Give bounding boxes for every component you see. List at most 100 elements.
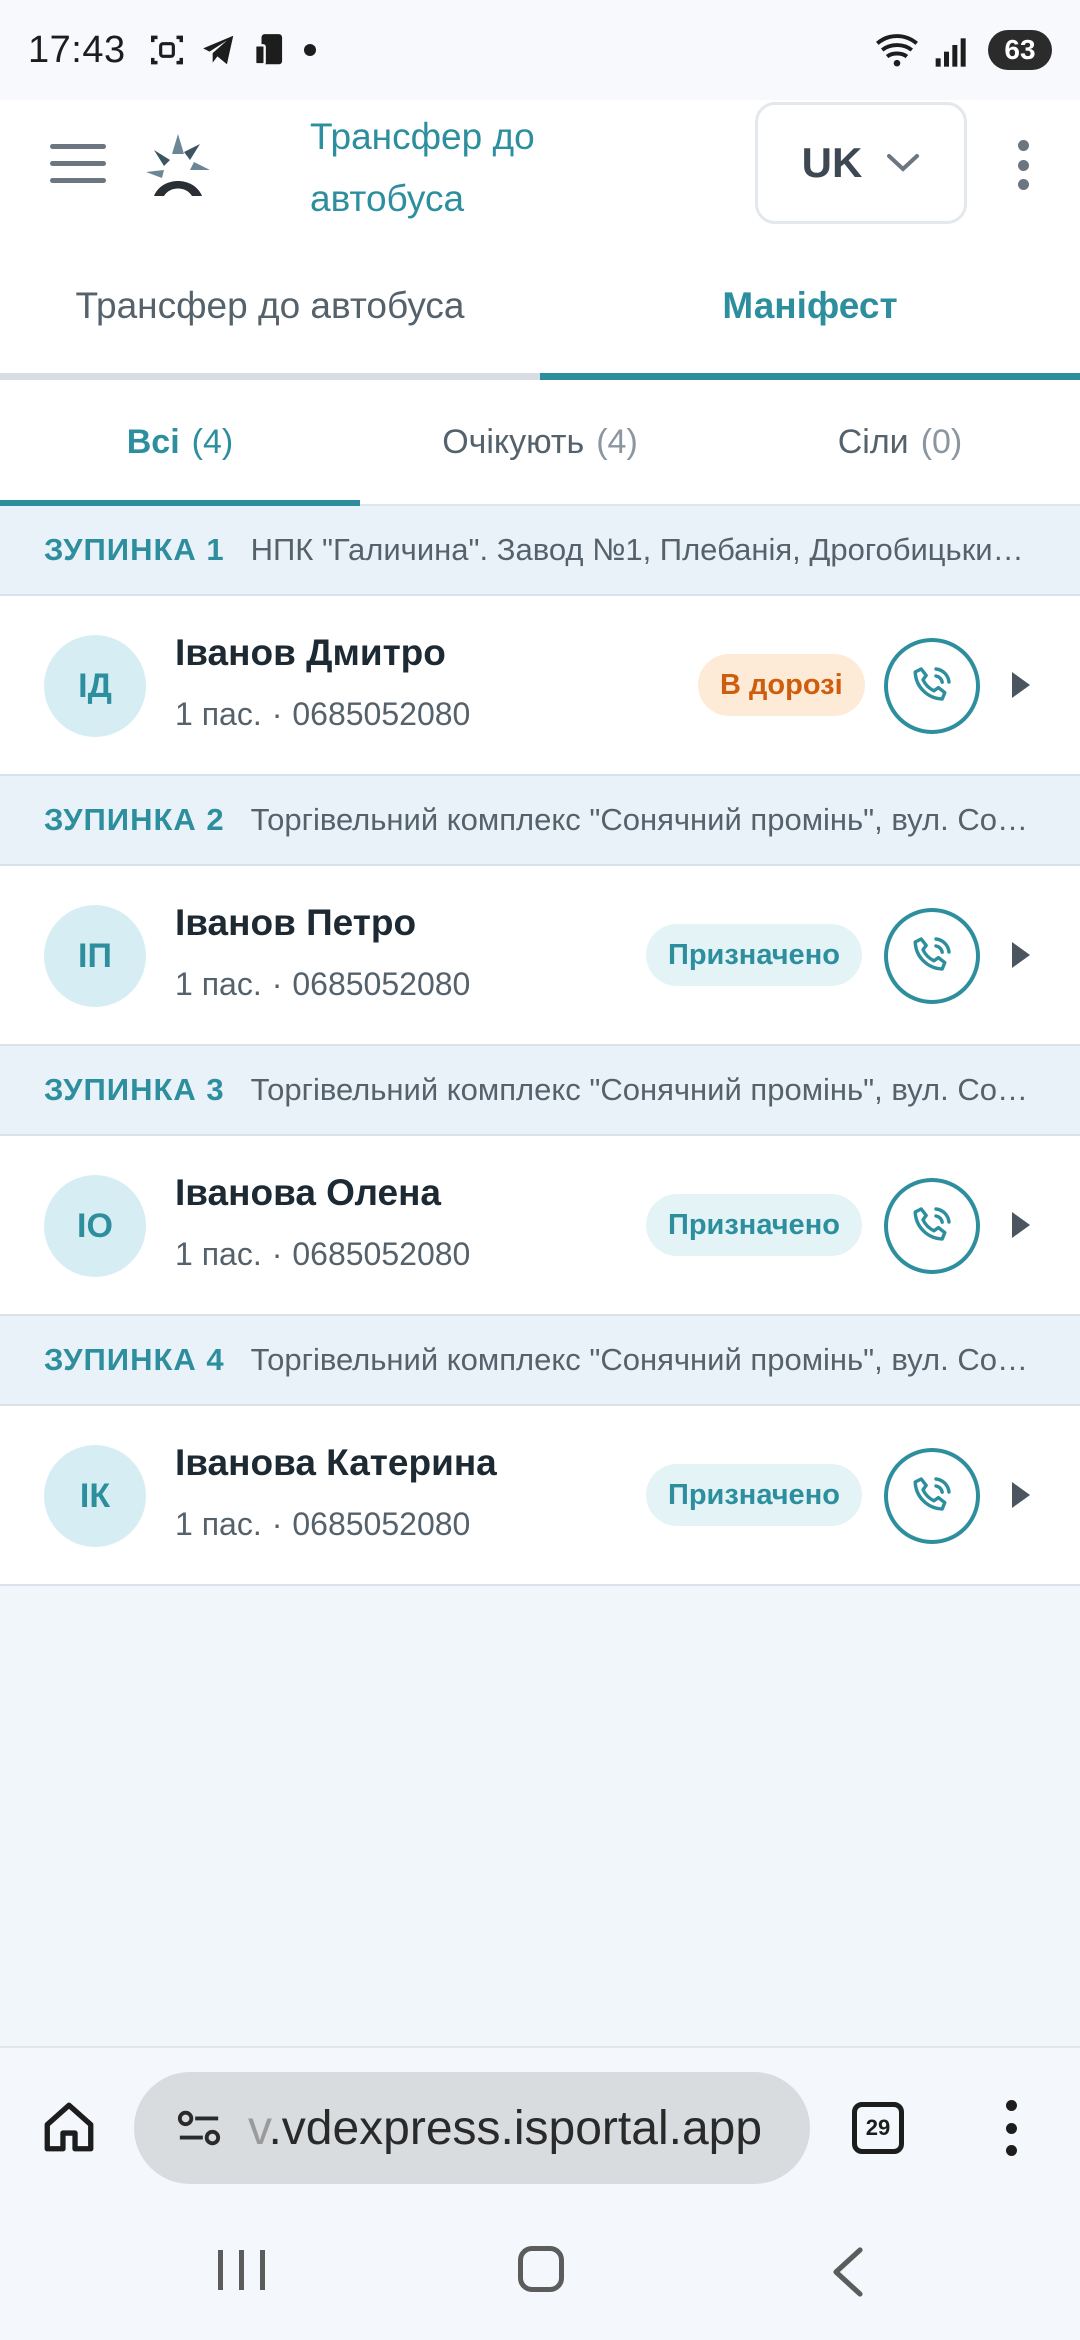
home-icon[interactable] [40, 2098, 98, 2156]
expand-arrow-icon[interactable] [1012, 942, 1030, 968]
stop-address: Торгівельний комплекс "Сонячний промінь"… [250, 1342, 1036, 1377]
phone-call-icon [913, 937, 951, 971]
browser-toolbar: v.vdexpress.isportal.app 29 [0, 2046, 1080, 2206]
filter-tab-waiting[interactable]: Очікують (4) [360, 380, 720, 504]
avatar: ІО [44, 1175, 146, 1277]
filter-tab-all-label: Всі [126, 422, 180, 461]
browser-menu-icon[interactable] [1004, 2100, 1018, 2156]
stop-address: Торгівельний комплекс "Сонячний промінь"… [250, 1072, 1036, 1107]
filter-tab-boarded[interactable]: Сіли (0) [720, 380, 1080, 504]
dot-icon [303, 44, 316, 56]
call-button[interactable] [884, 1448, 980, 1544]
passenger-phone: 0685052080 [292, 1236, 471, 1272]
passenger-count: 1 пас. [175, 966, 262, 1002]
filter-tabs: Всі (4) Очікують (4) Сіли (0) [0, 380, 1080, 506]
phone-call-icon [913, 1207, 951, 1241]
filter-tab-boarded-label: Сіли [837, 422, 909, 461]
separator: · [271, 1236, 283, 1272]
stop-label: ЗУПИНКА 3 [44, 1072, 225, 1107]
passenger-row[interactable]: ІД Іванов Дмитро 1 пас. · 0685052080 В дор… [0, 596, 1080, 776]
tab-count: 29 [865, 2115, 891, 2140]
passenger-row[interactable]: ІК Іванова Катерина 1 пас. · 0685052080 Пр… [0, 1406, 1080, 1586]
passenger-details: 1 пас. · 0685052080 [175, 966, 470, 1003]
passenger-details: 1 пас. · 0685052080 [175, 1506, 470, 1543]
app-logo [146, 134, 210, 196]
expand-arrow-icon[interactable] [1012, 1482, 1030, 1508]
app-header: Трансфер до автобуса UK [0, 100, 1080, 232]
call-button[interactable] [884, 1178, 980, 1274]
passenger-name: Іванов Петро [175, 902, 417, 943]
more-options-icon[interactable] [1016, 140, 1030, 190]
passenger-count: 1 пас. [175, 1506, 262, 1542]
call-button[interactable] [884, 638, 980, 734]
status-badge: Призначено [646, 1194, 862, 1256]
status-time: 17:43 [28, 28, 126, 71]
main-tabs: Трансфер до автобуса Маніфест [0, 232, 1080, 380]
separator: · [271, 1506, 283, 1542]
signal-icon [935, 38, 966, 67]
stop-address: НПК "Галичина". Завод №1, Плебанія, Дрог… [250, 532, 1036, 567]
phone-call-icon [913, 667, 951, 701]
cast-icon [253, 34, 282, 66]
stop-header: ЗУПИНКА 3 Торгівельний комплекс "Сонячни… [0, 1046, 1080, 1136]
menu-icon[interactable] [50, 144, 106, 184]
filter-tab-waiting-label: Очікують [442, 422, 585, 461]
tab-switcher-button[interactable]: 29 [852, 2102, 904, 2154]
home-nav-icon[interactable] [518, 2246, 564, 2292]
back-icon[interactable] [830, 2246, 866, 2298]
passenger-count: 1 пас. [175, 1236, 262, 1272]
tab-transfer[interactable]: Трансфер до автобуса [0, 232, 540, 380]
passenger-name: Іванова Олена [175, 1172, 441, 1213]
tab-transfer-label: Трансфер до автобуса [75, 285, 465, 326]
telegram-icon [202, 35, 233, 65]
passenger-name: Іванов Дмитро [175, 632, 446, 673]
chevron-down-icon [887, 154, 920, 172]
phone-call-icon [913, 1477, 951, 1511]
filter-tab-boarded-count: (0) [920, 422, 963, 461]
avatar: ІД [44, 635, 146, 737]
tab-manifest[interactable]: Маніфест [540, 232, 1080, 380]
separator: · [271, 696, 283, 732]
expand-arrow-icon[interactable] [1012, 672, 1030, 698]
filter-tab-all[interactable]: Всі (4) [0, 380, 360, 506]
language-value: UK [801, 139, 863, 186]
avatar: ІП [44, 905, 146, 1007]
stop-header: ЗУПИНКА 1 НПК "Галичина". Завод №1, Плеб… [0, 506, 1080, 596]
filter-tab-waiting-count: (4) [596, 422, 638, 461]
passenger-phone: 0685052080 [292, 696, 471, 732]
site-settings-icon[interactable] [176, 2108, 222, 2148]
passenger-row[interactable]: ІП Іванов Петро 1 пас. · 0685052080 Призна… [0, 866, 1080, 1046]
stop-label: ЗУПИНКА 4 [44, 1342, 225, 1377]
status-bar: 17:43 63 [0, 0, 1080, 100]
manifest-list: ЗУПИНКА 1 НПК "Галичина". Завод №1, Плеб… [0, 506, 1080, 1586]
status-badge: Призначено [646, 924, 862, 986]
stop-header: ЗУПИНКА 4 Торгівельний комплекс "Сонячни… [0, 1316, 1080, 1406]
stop-label: ЗУПИНКА 2 [44, 802, 225, 837]
page-title: Трансфер до автобуса [310, 116, 535, 219]
passenger-details: 1 пас. · 0685052080 [175, 696, 470, 733]
avatar: ІК [44, 1445, 146, 1547]
url-domain: .vdexpress.isportal.app [268, 2101, 763, 2155]
passenger-phone: 0685052080 [292, 1506, 471, 1542]
language-select[interactable]: UK [755, 102, 967, 224]
stop-header: ЗУПИНКА 2 Торгівельний комплекс "Сонячни… [0, 776, 1080, 866]
status-notification-icons [148, 31, 316, 69]
passenger-phone: 0685052080 [292, 966, 471, 1002]
passenger-row[interactable]: ІО Іванова Олена 1 пас. · 0685052080 Призн… [0, 1136, 1080, 1316]
system-nav-bar [0, 2206, 1080, 2340]
url-faded-prefix: v [248, 2101, 269, 2155]
call-button[interactable] [884, 908, 980, 1004]
separator: · [271, 966, 283, 1002]
url-text: v.vdexpress.isportal.app [248, 2101, 762, 2156]
address-bar[interactable]: v.vdexpress.isportal.app [134, 2072, 810, 2184]
passenger-details: 1 пас. · 0685052080 [175, 1236, 470, 1273]
status-badge: В дорозі [698, 654, 865, 716]
stop-label: ЗУПИНКА 1 [44, 532, 225, 567]
expand-arrow-icon[interactable] [1012, 1212, 1030, 1238]
wifi-icon [876, 34, 918, 67]
filter-tab-all-count: (4) [191, 422, 234, 461]
tab-manifest-label: Маніфест [722, 285, 898, 326]
battery-icon: 63 [988, 30, 1052, 70]
screenshot-icon [150, 35, 183, 65]
recents-icon[interactable] [218, 2250, 265, 2290]
